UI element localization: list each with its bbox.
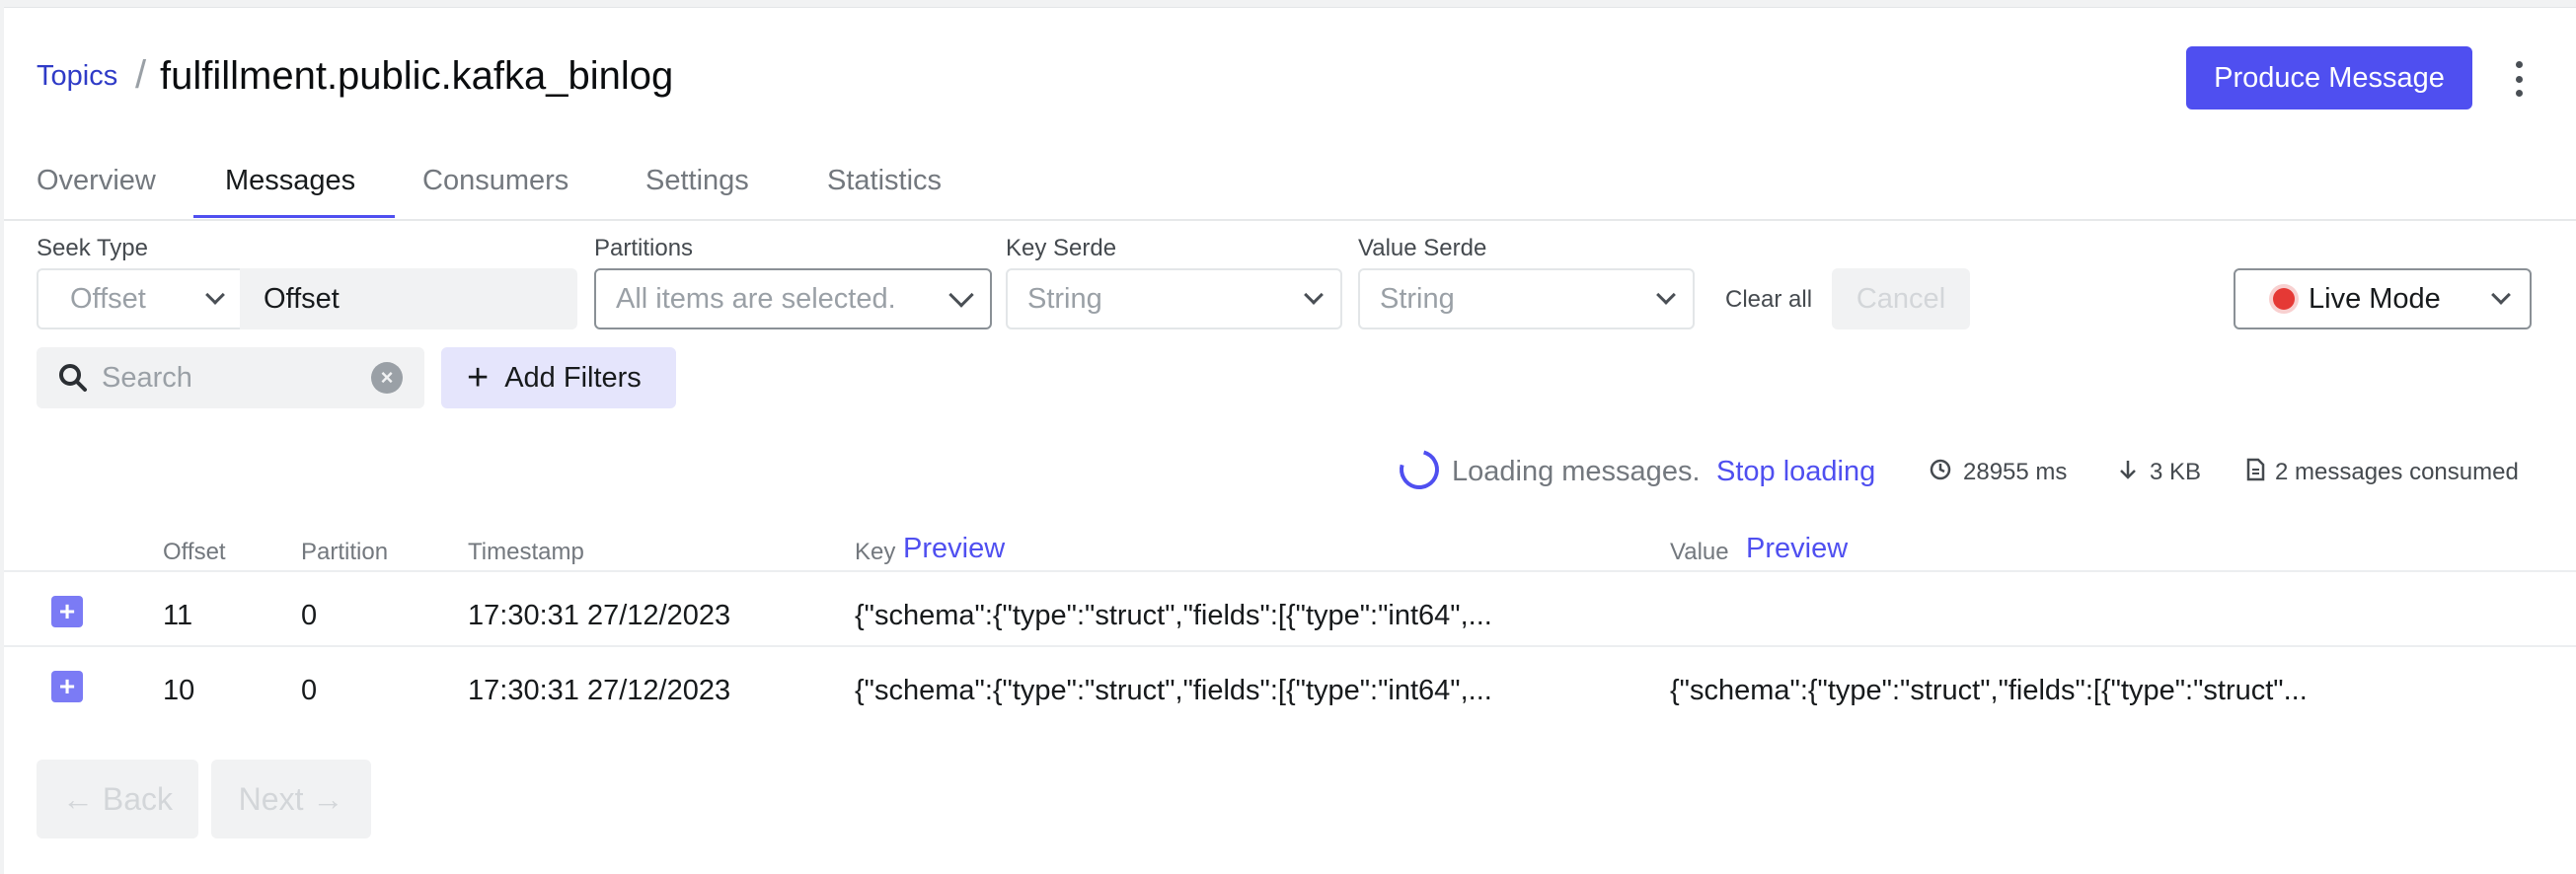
chevron-down-icon [205, 285, 225, 305]
kebab-menu-icon[interactable] [2509, 57, 2529, 101]
seek-type-value: Offset [70, 282, 146, 315]
value-serde-select[interactable]: String [1358, 268, 1695, 329]
breadcrumb-separator: / [135, 53, 147, 97]
expand-icon[interactable]: + [51, 596, 83, 627]
chevron-down-icon [2491, 285, 2511, 305]
active-tab-indicator [193, 215, 395, 218]
value-serde-label: Value Serde [1358, 235, 1487, 261]
row-key: {"schema":{"type":"struct","fields":[{"t… [855, 675, 1492, 706]
loading-status: Loading messages. [1452, 456, 1701, 487]
page-title: fulfillment.public.kafka_binlog [160, 54, 674, 98]
spinner-icon [1392, 442, 1447, 497]
clock-icon [1930, 459, 1951, 480]
tab-settings[interactable]: Settings [645, 165, 749, 197]
stop-loading-link[interactable]: Stop loading [1716, 456, 1875, 488]
table-row: + 11 0 17:30:31 27/12/2023 {"schema":{"t… [4, 572, 2576, 645]
partitions-select[interactable]: All items are selected. [594, 268, 992, 329]
live-mode-select[interactable]: Live Mode [2234, 268, 2532, 329]
elapsed-time: 28955 ms [1963, 459, 2068, 485]
partitions-placeholder: All items are selected. [616, 282, 896, 315]
bytes-consumed: 3 KB [2150, 459, 2202, 485]
live-dot-icon [2273, 288, 2295, 310]
arrow-down-icon [2120, 461, 2136, 479]
live-mode-label: Live Mode [2309, 282, 2441, 315]
messages-consumed: 2 messages consumed [2275, 459, 2519, 485]
column-header-timestamp: Timestamp [468, 539, 584, 565]
row-value: {"schema":{"type":"struct","fields":[{"t… [1670, 675, 2308, 706]
tab-messages[interactable]: Messages [225, 165, 355, 197]
tab-consumers[interactable]: Consumers [422, 165, 568, 197]
row-timestamp: 17:30:31 27/12/2023 [468, 600, 731, 631]
search-box: × [37, 347, 424, 408]
chevron-down-icon [948, 282, 974, 308]
row-offset: 10 [163, 675, 195, 706]
produce-message-button[interactable]: Produce Message [2186, 46, 2472, 109]
clear-icon[interactable]: × [371, 362, 403, 394]
breadcrumb-topics-link[interactable]: Topics [37, 60, 117, 93]
key-serde-select[interactable]: String [1006, 268, 1342, 329]
partitions-label: Partitions [594, 235, 694, 261]
key-serde-label: Key Serde [1006, 235, 1117, 261]
row-partition: 0 [301, 600, 318, 631]
key-preview-link[interactable]: Preview [903, 533, 1005, 565]
row-partition: 0 [301, 675, 318, 706]
search-icon [59, 364, 87, 392]
add-filters-button[interactable]: + Add Filters [441, 347, 676, 408]
cancel-button[interactable]: Cancel [1832, 268, 1970, 329]
add-filters-label: Add Filters [504, 361, 642, 394]
key-serde-value: String [1027, 282, 1102, 315]
back-button[interactable]: ← Back [37, 760, 198, 838]
column-header-value: Value [1670, 539, 1729, 565]
offset-input[interactable]: Offset [240, 268, 577, 329]
document-icon [2246, 458, 2265, 481]
column-header-offset: Offset [163, 539, 226, 565]
page: Topics / fulfillment.public.kafka_binlog… [4, 7, 2576, 874]
row-offset: 11 [163, 600, 193, 631]
clear-all-button[interactable]: Clear all [1725, 286, 1812, 314]
expand-icon[interactable]: + [51, 671, 83, 702]
column-header-key: Key [855, 539, 896, 565]
tab-bar: Overview Messages Consumers Settings Sta… [4, 156, 2576, 221]
plus-icon: + [467, 357, 490, 399]
search-input[interactable] [102, 361, 348, 395]
row-timestamp: 17:30:31 27/12/2023 [468, 675, 731, 706]
seek-type-label: Seek Type [37, 235, 148, 261]
chevron-down-icon [1304, 285, 1324, 305]
chevron-down-icon [1656, 285, 1676, 305]
column-header-partition: Partition [301, 539, 389, 565]
tab-overview[interactable]: Overview [37, 165, 156, 197]
seek-type-select[interactable]: Offset [37, 268, 244, 329]
value-serde-value: String [1380, 282, 1455, 315]
tab-statistics[interactable]: Statistics [827, 165, 942, 197]
value-preview-link[interactable]: Preview [1746, 533, 1848, 565]
table-row: + 10 0 17:30:31 27/12/2023 {"schema":{"t… [4, 647, 2576, 720]
next-button[interactable]: Next → [211, 760, 371, 838]
row-key: {"schema":{"type":"struct","fields":[{"t… [855, 600, 1492, 631]
